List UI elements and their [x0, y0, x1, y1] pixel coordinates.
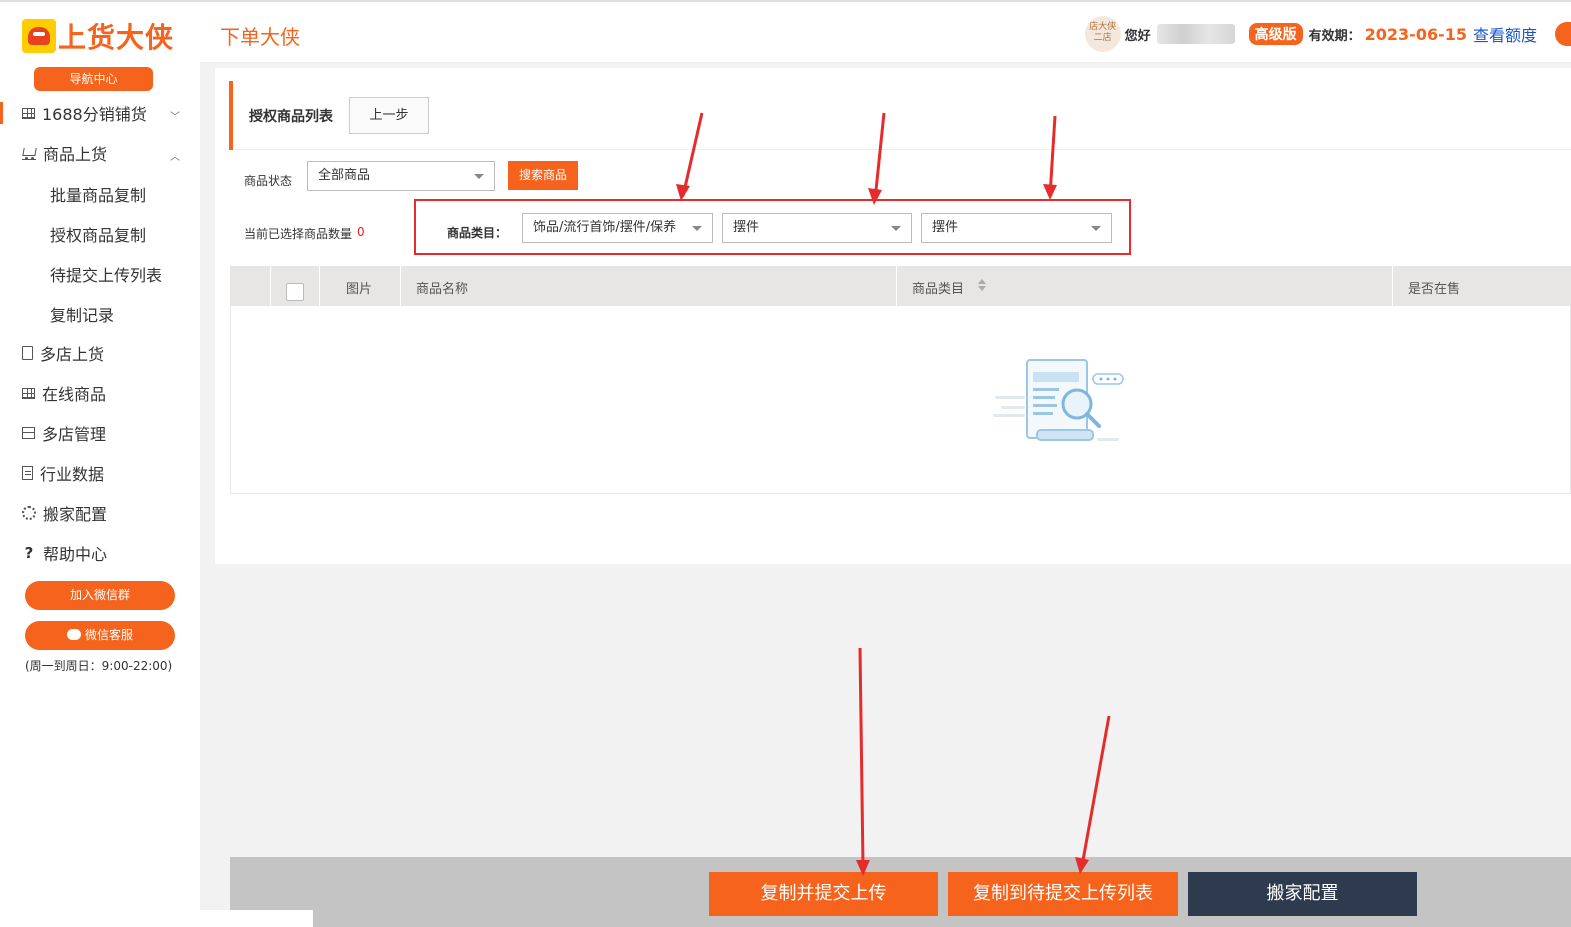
avatar[interactable]: 店大侠 二店: [1084, 16, 1121, 52]
column-divider: [319, 266, 320, 306]
migrate-config-button[interactable]: 搬家配置: [1188, 872, 1417, 916]
level-badge: 高级版: [1248, 23, 1303, 45]
column-divider: [270, 266, 271, 306]
grid-icon: [22, 387, 35, 399]
sort-icon[interactable]: [978, 278, 988, 292]
app-switch-link[interactable]: 下单大侠: [220, 21, 300, 50]
column-divider: [1392, 266, 1393, 306]
question-icon: ?: [24, 544, 34, 562]
category-select-level3[interactable]: 摆件: [921, 213, 1112, 243]
nav-center-button[interactable]: 导航中心: [34, 67, 153, 91]
sidebar-item-migrate-config[interactable]: 搬家配置: [22, 501, 107, 525]
title-accent: [229, 81, 233, 150]
sidebar-item-multi-store-upload[interactable]: 多店上货: [22, 341, 104, 365]
sidebar-sub-batch-copy[interactable]: 批量商品复制: [50, 182, 146, 206]
sidebar-sub-copy-records[interactable]: 复制记录: [50, 302, 114, 326]
chevron-down-icon: [474, 174, 484, 179]
sidebar-item-label: 商品上货: [43, 145, 108, 164]
column-header-image: 图片: [346, 282, 373, 297]
username-redacted: [1156, 24, 1235, 44]
app-logo[interactable]: 上货大侠: [22, 16, 174, 56]
bottom-spacer: [200, 910, 313, 927]
category-select-level2[interactable]: 摆件: [722, 213, 912, 243]
gear-icon: [22, 506, 36, 520]
view-quota-link[interactable]: 查看额度: [1473, 22, 1537, 46]
join-wechat-group-button[interactable]: 加入微信群: [25, 581, 175, 610]
wechat-icon: [66, 629, 81, 640]
greeting: 您好: [1124, 28, 1151, 44]
category-level3-value: 摆件: [932, 220, 959, 235]
logo-mascot-icon: [22, 19, 56, 53]
category-level2-value: 摆件: [733, 220, 760, 235]
sidebar-item-industry-data[interactable]: 行业数据: [22, 461, 104, 485]
copy-and-submit-button[interactable]: 复制并提交上传: [709, 872, 938, 916]
store-icon: [22, 427, 35, 439]
top-header: 上货大侠 下单大侠 店大侠 二店 您好 高级版 有效期： 2023-06-15 …: [0, 0, 1571, 62]
sidebar-item-label: 搬家配置: [43, 505, 108, 524]
sidebar-item-product-upload[interactable]: 商品上货: [22, 141, 107, 165]
sidebar-item-label: 多店管理: [42, 425, 107, 444]
selected-count-label: 当前已选择商品数量: [244, 227, 353, 241]
sidebar-item-label: 在线商品: [42, 385, 107, 404]
user-info: 店大侠 二店 您好 高级版 有效期： 2023-06-15 查看额度: [1084, 16, 1571, 52]
search-products-button[interactable]: 搜索商品: [508, 161, 578, 190]
expiry-label: 有效期：: [1308, 28, 1361, 44]
category-label: 商品类目：: [447, 226, 508, 240]
expiry-date: 2023-06-15: [1364, 24, 1467, 44]
sidebar-item-label: 行业数据: [40, 465, 105, 484]
category-select-level1[interactable]: 饰品/流行首饰/摆件/保养: [522, 213, 713, 243]
sidebar-sub-pending-list[interactable]: 待提交上传列表: [50, 262, 162, 286]
chevron-up-icon[interactable]: ︿: [170, 148, 180, 163]
status-select[interactable]: 全部商品: [307, 161, 495, 191]
category-level1-value: 饰品/流行首饰/摆件/保养: [533, 220, 677, 235]
page-title: 授权商品列表: [249, 109, 333, 125]
chevron-down-icon: [1091, 226, 1101, 231]
column-header-on-sale: 是否在售: [1408, 282, 1461, 297]
column-header-category[interactable]: 商品类目: [912, 278, 964, 297]
selected-count: 0: [357, 225, 365, 239]
table-body-empty: [230, 306, 1571, 494]
title-bar: [229, 81, 1571, 150]
document-icon: [22, 346, 33, 360]
header-action-pill[interactable]: [1555, 22, 1571, 46]
column-divider: [400, 266, 401, 306]
arrow-copy-pending: [1075, 715, 1111, 874]
column-header-name: 商品名称: [416, 282, 469, 297]
empty-state-search-icon: [993, 359, 1124, 441]
chevron-down-icon[interactable]: ﹀: [170, 108, 180, 123]
sidebar-item-label: 帮助中心: [43, 545, 108, 564]
logo-text: 上货大侠: [58, 21, 175, 54]
column-divider: [896, 266, 897, 306]
sidebar-item-help-center[interactable]: ? 帮助中心: [22, 541, 107, 565]
sidebar-item-label: 1688分销铺货: [42, 105, 147, 124]
sidebar-item-1688[interactable]: 1688分销铺货: [22, 101, 147, 125]
grid-icon: [22, 107, 35, 119]
data-icon: [22, 466, 33, 480]
status-select-value: 全部商品: [318, 168, 371, 183]
chevron-down-icon: [692, 226, 702, 231]
arrow-copy-submit: [856, 647, 870, 876]
sidebar-sub-authorized-copy[interactable]: 授权商品复制: [50, 222, 146, 246]
status-label: 商品状态: [244, 174, 293, 188]
service-hours: (周一到周日：9:00-22:00): [25, 659, 173, 673]
previous-step-button[interactable]: 上一步: [349, 97, 429, 134]
sidebar-item-label: 多店上货: [40, 345, 105, 364]
cart-icon: [22, 146, 36, 160]
copy-to-pending-button[interactable]: 复制到待提交上传列表: [948, 872, 1178, 916]
select-all-checkbox[interactable]: [286, 283, 304, 301]
active-indicator: [0, 102, 3, 124]
chevron-down-icon: [891, 226, 901, 231]
sidebar-item-online-products[interactable]: 在线商品: [22, 381, 106, 405]
sidebar-item-multi-store-manage[interactable]: 多店管理: [22, 421, 106, 445]
wechat-service-button[interactable]: 微信客服: [25, 621, 175, 650]
wechat-service-label: 微信客服: [84, 628, 133, 642]
